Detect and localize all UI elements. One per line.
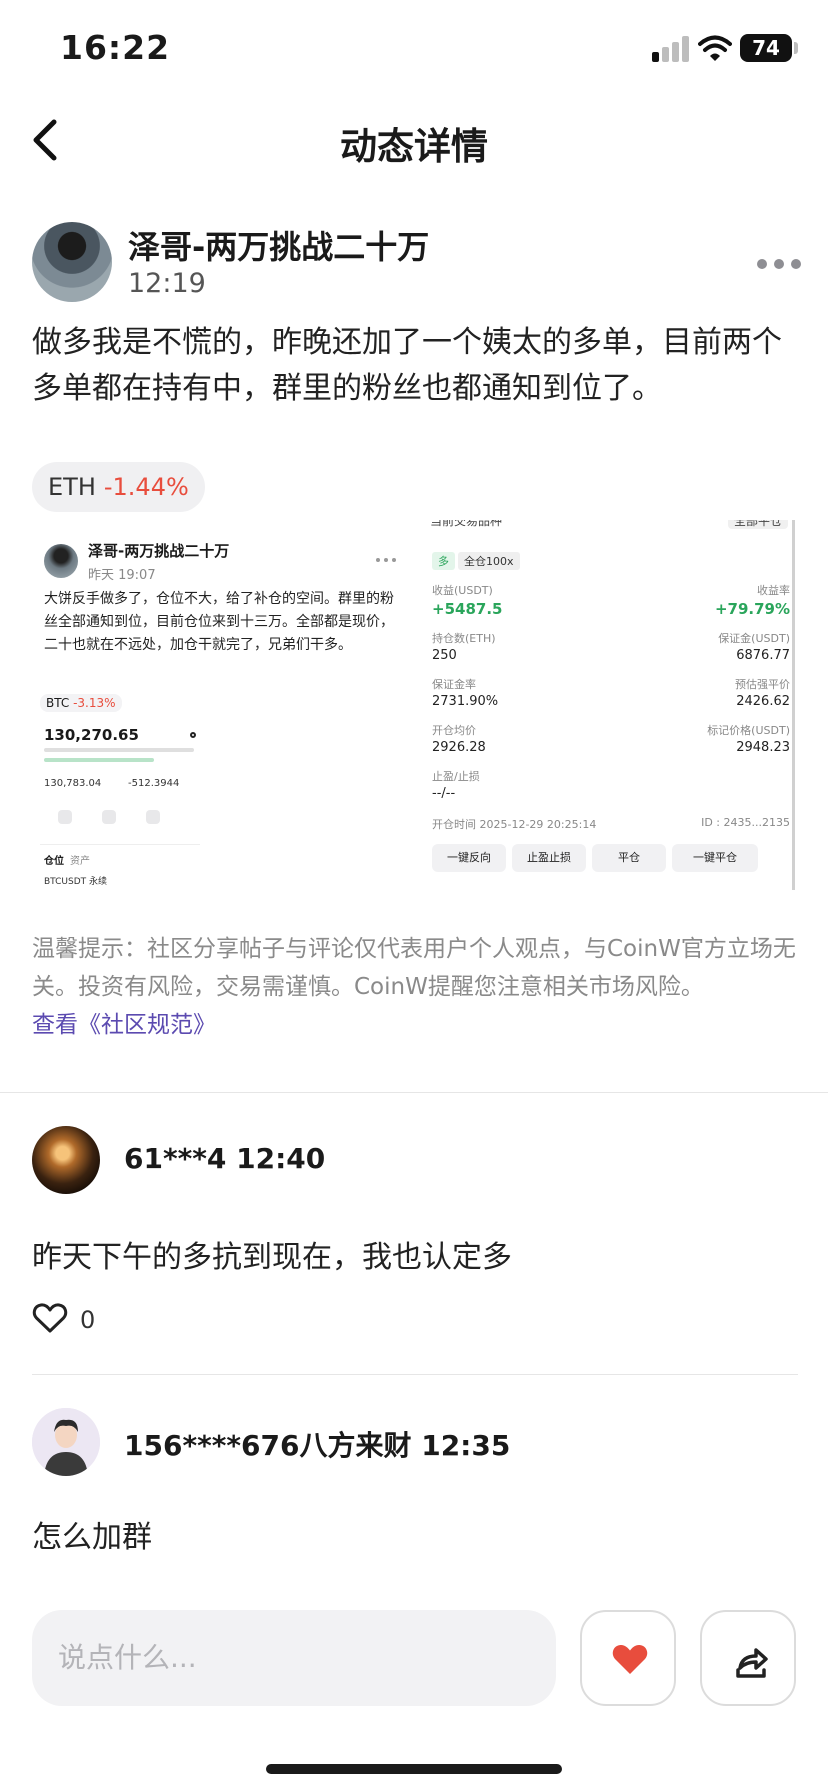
comment-meta: 156****676八方来财 12:35: [124, 1429, 511, 1462]
shot2-margin-label: 保证金(USDT): [718, 632, 790, 645]
shot2-roe-label: 收益率: [757, 584, 790, 597]
heart-icon: [612, 1644, 648, 1674]
shot2-ratio-label: 保证金率: [432, 678, 476, 691]
shot2-btn-close-all: 一键平仓: [672, 844, 758, 872]
shot1-more-icon: [376, 558, 396, 562]
shot2-liq-value: 2426.62: [736, 694, 790, 709]
shot2-mark-label: 标记价格(USDT): [707, 724, 790, 737]
comment-meta: 61***4 12:40: [124, 1142, 326, 1175]
shot2-open-time: 开仓时间 2025-12-29 20:25:14: [432, 818, 597, 831]
shot2-header-left: 当前交易品种: [430, 520, 503, 528]
cellular-signal-icon: [652, 36, 689, 62]
comment-text: 怎么加群: [32, 1520, 152, 1555]
commenter-avatar[interactable]: [32, 1408, 100, 1476]
shot1-position: BTCUSDT 永续: [44, 877, 108, 887]
ticker-symbol: ETH: [48, 473, 96, 501]
shot2-id: ID : 2435...2135: [701, 816, 790, 829]
status-bar: 16:22 74: [0, 0, 828, 96]
shot1-price: 130,270.65: [44, 726, 139, 744]
post-body: 做多我是不慌的，昨晚还加了一个姨太的多单，目前两个多单都在持有中，群里的粉丝也都…: [32, 325, 782, 406]
like-button[interactable]: [580, 1610, 676, 1706]
shot2-header-right: 全部平仓: [728, 520, 789, 529]
shot1-author: 泽哥-两万挑战二十万: [88, 542, 230, 560]
ticker-change: -1.44%: [103, 473, 189, 501]
comment-text: 昨天下午的多抗到现在，我也认定多: [32, 1240, 512, 1275]
shot2-scrollbar: [792, 520, 795, 890]
shot1-avatar: [44, 544, 78, 578]
shot2-mark-value: 2948.23: [736, 740, 790, 755]
shot1-divider: [40, 844, 200, 845]
post-image-2[interactable]: 当前交易品种 全部平仓 多 全仓100x 收益(USDT) 收益率 +5487.…: [428, 520, 798, 898]
shot2-btn-reverse: 一键反向: [432, 844, 506, 872]
author-name[interactable]: 泽哥-两万挑战二十万: [128, 222, 429, 268]
shot1-action-2: [102, 810, 116, 824]
disclaimer-text: 温馨提示：社区分享帖子与评论仅代表用户个人观点，与CoinW官方立场无关。投资有…: [32, 936, 796, 1000]
share-icon: [736, 1648, 768, 1678]
shot2-tpsl-value: --/--: [432, 786, 456, 801]
shot2-size-label: 持仓数(ETH): [432, 632, 496, 645]
shot1-value2: -512.3944: [128, 778, 180, 789]
user-avatar-icon: [32, 1408, 100, 1476]
like-count: 0: [80, 1306, 96, 1334]
shot2-margin-value: 6876.77: [736, 648, 790, 663]
comment-input[interactable]: 说点什么...: [32, 1610, 556, 1706]
bottom-bar: 说点什么...: [0, 1600, 828, 1720]
shot1-time: 昨天 19:07: [88, 568, 156, 583]
shot2-btn-close: 平仓: [592, 844, 666, 872]
shot2-pnl-label: 收益(USDT): [432, 584, 493, 597]
shot2-btn-tpsl: 止盈止损: [512, 844, 586, 872]
shot2-ratio-value: 2731.90%: [432, 694, 499, 709]
shot2-badge-direction: 多: [432, 552, 455, 570]
shot1-gainline: [44, 758, 154, 762]
community-rules-link[interactable]: 查看《社区规范》: [32, 1006, 798, 1044]
wifi-icon: [698, 35, 732, 61]
shot2-liq-label: 预估强平价: [735, 678, 790, 691]
post-image-1[interactable]: 泽哥-两万挑战二十万 昨天 19:07 大饼反手做多了，仓位不大，给了补仓的空间…: [32, 524, 400, 896]
shot1-value1: 130,783.04: [44, 778, 102, 789]
shot2-pnl-value: +5487.5: [432, 600, 503, 618]
shot1-chart-icon: [190, 732, 196, 738]
shot2-tpsl-label: 止盈/止损: [432, 770, 480, 783]
shot2-roe-value: +79.79%: [714, 600, 790, 618]
page-title: 动态详情: [340, 125, 488, 168]
shot1-tab-position: 仓位: [44, 856, 64, 867]
heart-outline-icon[interactable]: [32, 1302, 68, 1334]
shot2-entry-label: 开仓均价: [432, 724, 476, 737]
shot1-action-3: [146, 810, 160, 824]
shot1-tab-assets: 资产: [70, 856, 90, 867]
status-time: 16:22: [60, 28, 171, 67]
section-divider: [0, 1092, 828, 1093]
home-indicator[interactable]: [266, 1764, 562, 1774]
shot1-action-1: [58, 810, 72, 824]
more-options-icon[interactable]: [756, 258, 802, 270]
comment-divider: [32, 1374, 798, 1375]
battery-tip: [794, 42, 798, 54]
author-avatar[interactable]: [32, 222, 112, 302]
shot2-badge-leverage: 全仓100x: [458, 552, 520, 570]
shot1-subline: [44, 748, 194, 752]
shot1-ticker-change: -3.13%: [73, 696, 116, 710]
shot1-text: 大饼反手做多了，仓位不大，给了补仓的空间。群里的粉丝全部通知到位，目前仓位来到十…: [44, 591, 394, 653]
battery-indicator: 74: [740, 34, 792, 62]
shot1-ticker: BTC -3.13%: [40, 694, 122, 712]
share-button[interactable]: [700, 1610, 796, 1706]
ticker-chip[interactable]: ETH -1.44%: [32, 462, 205, 512]
shot2-size-value: 250: [432, 648, 457, 663]
commenter-avatar[interactable]: [32, 1126, 100, 1194]
disclaimer-notice: 温馨提示：社区分享帖子与评论仅代表用户个人观点，与CoinW官方立场无关。投资有…: [32, 930, 798, 1044]
shot2-entry-value: 2926.28: [432, 740, 486, 755]
shot1-ticker-symbol: BTC: [46, 696, 70, 710]
post-time: 12:19: [128, 268, 206, 299]
nav-bar: 动态详情: [0, 100, 828, 180]
post-header: 泽哥-两万挑战二十万 12:19: [32, 222, 802, 302]
